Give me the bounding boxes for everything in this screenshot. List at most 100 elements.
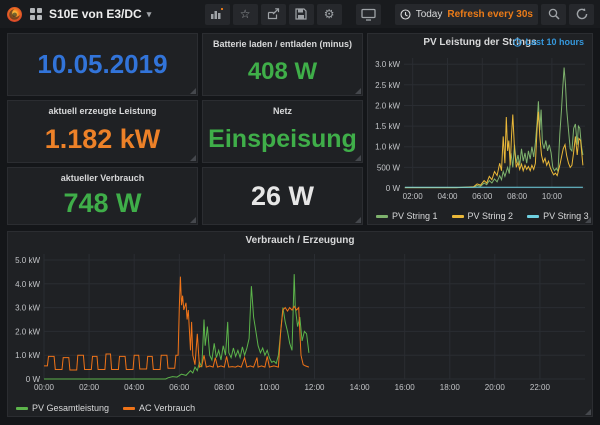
panel-resize-handle[interactable]: [355, 217, 361, 223]
save-icon: [295, 8, 307, 20]
pv-strings-chart[interactable]: 0 W 500 W 1.0 kW 1.5 kW 2.0 kW 2.5 kW 3.0 kW 02…: [370, 54, 591, 202]
legend-color-dash: [16, 407, 28, 410]
gear-icon: ⚙: [324, 8, 335, 20]
svg-text:08:00: 08:00: [507, 192, 528, 201]
svg-text:06:00: 06:00: [169, 383, 190, 392]
save-button[interactable]: [289, 4, 314, 25]
svg-text:1.0 kW: 1.0 kW: [15, 351, 40, 360]
svg-text:3.0 kW: 3.0 kW: [375, 60, 400, 69]
verbrauch-chart[interactable]: 0 W1.0 kW2.0 kW3.0 kW4.0 kW5.0 kW00:0002…: [10, 250, 591, 393]
navbar: S10E von E3/DC ▾ ☆: [0, 0, 600, 28]
dashboard-title: S10E von E3/DC: [49, 7, 142, 21]
legend-item[interactable]: PV String 3: [527, 211, 589, 221]
pv-strings-legend: PV String 1 PV String 2 PV String 3: [376, 211, 589, 221]
legend-item[interactable]: PV String 1: [376, 211, 438, 221]
legend-color-dash: [452, 215, 464, 218]
date-value: 10.05.2019: [8, 34, 197, 95]
clock-icon: [400, 9, 411, 20]
svg-text:00:00: 00:00: [34, 383, 55, 392]
refresh-icon: [576, 8, 588, 20]
zoom-out-button[interactable]: [541, 4, 566, 25]
clock-icon: [513, 38, 522, 47]
panel-battery: Batterie laden / entladen (minus) 408 W: [202, 33, 363, 96]
svg-text:5.0 kW: 5.0 kW: [15, 256, 40, 265]
panel-consumption: aktueller Verbrauch 748 W: [7, 167, 198, 225]
tv-mode-button[interactable]: [356, 4, 381, 25]
svg-text:18:00: 18:00: [440, 383, 461, 392]
panel-resize-handle[interactable]: [355, 155, 361, 161]
svg-text:04:00: 04:00: [124, 383, 145, 392]
time-badge-label: Last 10 hours: [525, 37, 584, 47]
battery-value: 408 W: [203, 49, 362, 95]
panel-resize-handle[interactable]: [190, 88, 196, 94]
svg-text:2.5 kW: 2.5 kW: [375, 81, 400, 90]
svg-text:1.5 kW: 1.5 kW: [375, 122, 400, 131]
misc-value: 26 W: [203, 168, 362, 224]
time-range-label: Today: [416, 9, 443, 20]
refresh-interval-label: Refresh every 30s: [447, 9, 533, 20]
panel-verbrauch: Verbrauch / Erzeugung 0 W1.0 kW2.0 kW3.0…: [7, 231, 593, 417]
svg-text:04:00: 04:00: [437, 192, 458, 201]
svg-text:02:00: 02:00: [403, 192, 424, 201]
magnifier-icon: [548, 8, 560, 20]
svg-text:22:00: 22:00: [530, 383, 551, 392]
panel-date: 10.05.2019: [7, 33, 198, 96]
panel-resize-handle[interactable]: [585, 409, 591, 415]
svg-text:0 W: 0 W: [386, 184, 401, 193]
svg-text:4.0 kW: 4.0 kW: [15, 280, 40, 289]
generated-value: 1.182 kW: [8, 116, 197, 162]
panel-title[interactable]: Batterie laden / entladen (minus): [213, 34, 352, 49]
svg-text:10:00: 10:00: [542, 192, 563, 201]
svg-text:20:00: 20:00: [485, 383, 506, 392]
svg-text:500 W: 500 W: [377, 163, 401, 172]
time-picker-button[interactable]: Today Refresh every 30s: [395, 4, 538, 25]
panel-resize-handle[interactable]: [190, 155, 196, 161]
settings-button[interactable]: ⚙: [317, 4, 342, 25]
verbrauch-legend: PV Gesamtleistung AC Verbrauch: [16, 403, 195, 413]
dashboard-title-dropdown[interactable]: S10E von E3/DC ▾: [49, 7, 151, 21]
svg-text:14:00: 14:00: [350, 383, 371, 392]
svg-text:06:00: 06:00: [472, 192, 493, 201]
share-icon: [267, 8, 280, 20]
panel-resize-handle[interactable]: [585, 217, 591, 223]
dashboard: S10E von E3/DC ▾ ☆: [0, 0, 600, 425]
dashboards-grid-icon[interactable]: [30, 8, 42, 20]
svg-text:12:00: 12:00: [304, 383, 325, 392]
panel-time-badge[interactable]: Last 10 hours: [513, 37, 584, 47]
panel-title[interactable]: Netz: [273, 101, 292, 116]
legend-item[interactable]: PV String 2: [452, 211, 514, 221]
panel-misc: 26 W: [202, 167, 363, 225]
panel-netz: Netz Einspeisung: [202, 100, 363, 163]
add-panel-icon: [210, 8, 224, 20]
panel-resize-handle[interactable]: [190, 217, 196, 223]
panel-title[interactable]: aktueller Verbrauch: [61, 168, 145, 183]
chevron-down-icon: ▾: [147, 9, 152, 20]
refresh-button[interactable]: [569, 4, 594, 25]
svg-text:16:00: 16:00: [395, 383, 416, 392]
netz-value: Einspeisung: [203, 116, 362, 162]
share-button[interactable]: [261, 4, 286, 25]
panel-resize-handle[interactable]: [355, 88, 361, 94]
panel-title[interactable]: aktuell erzeugte Leistung: [48, 101, 156, 116]
star-button[interactable]: ☆: [233, 4, 258, 25]
svg-text:10:00: 10:00: [259, 383, 280, 392]
legend-item[interactable]: PV Gesamtleistung: [16, 403, 109, 413]
star-icon: ☆: [240, 8, 251, 20]
consumption-value: 748 W: [8, 183, 197, 224]
panel-title[interactable]: Verbrauch / Erzeugung: [8, 235, 592, 246]
monitor-icon: [361, 8, 376, 21]
legend-color-dash: [376, 215, 388, 218]
legend-item[interactable]: AC Verbrauch: [123, 403, 195, 413]
svg-text:08:00: 08:00: [214, 383, 235, 392]
grafana-logo-icon[interactable]: [6, 6, 23, 23]
svg-text:1.0 kW: 1.0 kW: [375, 143, 400, 152]
legend-color-dash: [123, 407, 135, 410]
panel-generated: aktuell erzeugte Leistung 1.182 kW: [7, 100, 198, 163]
panel-pv-strings: PV Leistung der Strings Last 10 hours 0 …: [367, 33, 593, 225]
svg-text:3.0 kW: 3.0 kW: [15, 304, 40, 313]
svg-text:02:00: 02:00: [79, 383, 100, 392]
add-panel-button[interactable]: [205, 4, 230, 25]
legend-color-dash: [527, 215, 539, 218]
svg-text:2.0 kW: 2.0 kW: [375, 102, 400, 111]
svg-text:2.0 kW: 2.0 kW: [15, 327, 40, 336]
